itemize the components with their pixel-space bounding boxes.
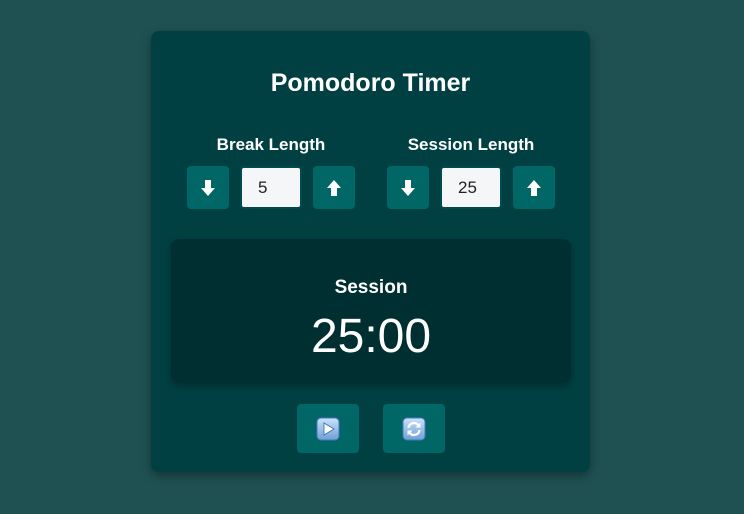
break-length-row <box>187 166 355 209</box>
session-length-input[interactable] <box>440 166 502 209</box>
reset-button[interactable] <box>383 404 445 453</box>
break-increment-button[interactable] <box>313 166 355 209</box>
arrow-up-icon <box>527 179 541 196</box>
refresh-icon <box>402 417 426 440</box>
session-length-label: Session Length <box>407 135 535 154</box>
time-left: 25:00 <box>310 310 432 363</box>
session-decrement-button[interactable] <box>387 166 429 209</box>
play-icon <box>316 417 340 440</box>
arrow-down-icon <box>401 179 415 196</box>
arrow-down-icon <box>201 179 215 196</box>
break-length-input[interactable] <box>240 166 302 209</box>
session-length-row <box>387 166 555 209</box>
arrow-up-icon <box>327 179 341 196</box>
break-decrement-button[interactable] <box>187 166 229 209</box>
pomodoro-card: Pomodoro Timer Break Length Session Leng… <box>151 31 590 472</box>
timer-display: Session 25:00 <box>171 239 571 383</box>
session-length-control: Session Length <box>387 135 555 209</box>
timer-label: Session <box>334 277 408 298</box>
break-length-control: Break Length <box>187 135 355 209</box>
app-title: Pomodoro Timer <box>270 69 471 97</box>
start-stop-button[interactable] <box>297 404 359 453</box>
break-length-label: Break Length <box>216 135 326 154</box>
session-increment-button[interactable] <box>513 166 555 209</box>
